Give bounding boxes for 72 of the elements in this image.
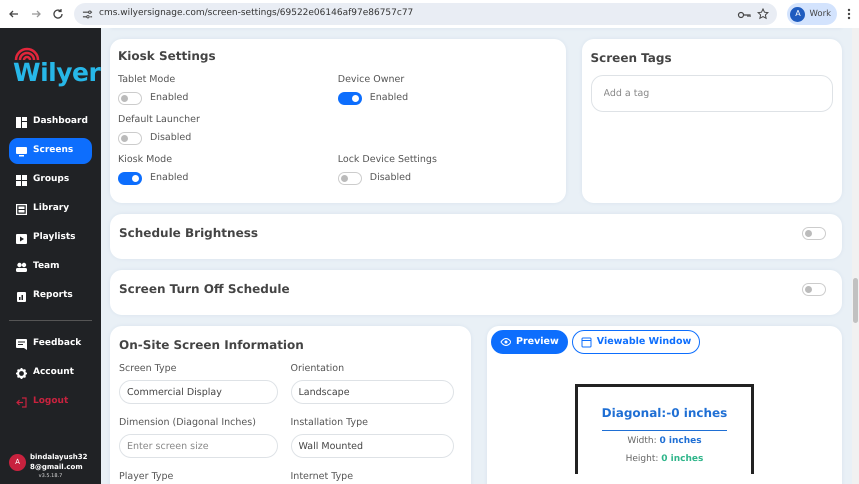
setting-label: Device Owner (338, 73, 406, 87)
sidebar-item[interactable]: Team (9, 254, 92, 280)
sidebar-item[interactable]: Dashboard (9, 109, 92, 135)
card-title: Screen Tags (590, 50, 673, 67)
eye-icon (500, 336, 511, 348)
sidebar-item[interactable]: Account (9, 360, 92, 386)
status-text: Enabled (150, 171, 188, 186)
sidebar-item[interactable]: Groups (9, 167, 92, 193)
field-label: Screen Type (119, 362, 178, 376)
sidebar-item[interactable]: Reports (9, 283, 92, 309)
width-text: Width: 0 inches (626, 435, 703, 448)
dashboard-icon (16, 116, 27, 128)
card-title: Kiosk Settings (118, 48, 217, 65)
sidebar-item[interactable]: Feedback (9, 331, 92, 357)
site-settings-icon[interactable] (82, 8, 93, 20)
grid-icon (16, 174, 27, 186)
tag-input-field[interactable]: Add a tag (590, 75, 833, 112)
field-label: Internet Type (290, 470, 354, 484)
status-text: Enabled (150, 91, 188, 106)
status-text: Disabled (370, 171, 412, 186)
setting-label: Lock Device Settings (338, 153, 438, 167)
monitor-icon (16, 146, 27, 156)
back-icon[interactable] (8, 8, 20, 20)
toggle-switch[interactable] (118, 92, 142, 105)
address-bar[interactable]: cms.wilyersignage.com/screen-settings/69522e06146af97e86757c77 (74, 3, 778, 25)
view-tab[interactable]: Preview (491, 330, 568, 354)
url-text: cms.wilyersignage.com/screen-settings/69522e06146af97e86757c77 (99, 7, 414, 20)
section-title: Schedule Brightness (119, 225, 258, 242)
film-icon (16, 204, 27, 214)
field-label: Orientation (290, 362, 346, 376)
toggle-switch[interactable] (802, 283, 826, 296)
sidebar-item[interactable]: Library (9, 196, 92, 222)
input-field[interactable]: Enter screen size (119, 434, 278, 458)
profile-avatar: A (790, 6, 806, 22)
reload-icon[interactable] (52, 8, 64, 20)
field-label: Player Type (119, 470, 174, 484)
setting-label: Kiosk Mode (118, 153, 174, 167)
input-field[interactable]: Landscape (290, 380, 454, 404)
section-title: Screen Turn Off Schedule (119, 281, 290, 298)
message-icon (16, 338, 27, 350)
toggle-switch[interactable] (338, 172, 362, 185)
field-label: Dimension (Diagonal Inches) (119, 416, 257, 430)
input-field[interactable]: Commercial Display (119, 380, 278, 404)
signal-waves-icon (13, 46, 41, 60)
settings-icon (16, 368, 27, 378)
toggle-switch[interactable] (338, 92, 362, 105)
field-label: Installation Type (290, 416, 369, 430)
clipboard-icon (16, 290, 27, 302)
input-field[interactable]: Wall Mounted (290, 434, 454, 458)
forward-icon[interactable] (30, 8, 42, 20)
profile-button[interactable]: A Work (787, 3, 837, 25)
view-tab[interactable]: Viewable Window (572, 330, 700, 354)
logout-icon (16, 396, 27, 408)
diagonal-text: Diagonal:-0 inches (602, 404, 728, 431)
height-text: Height: 0 inches (624, 452, 704, 466)
star-icon[interactable] (757, 8, 770, 20)
toggle-switch[interactable] (802, 227, 826, 240)
setting-label: Default Launcher (118, 113, 201, 127)
people-icon (16, 262, 27, 272)
scrollbar-thumb[interactable] (853, 278, 858, 323)
play-icon (16, 232, 27, 244)
status-text: Disabled (150, 131, 192, 146)
setting-label: Tablet Mode (118, 73, 176, 87)
card-title: On-Site Screen Information (119, 337, 305, 354)
toggle-switch[interactable] (118, 132, 142, 145)
toggle-switch[interactable] (118, 172, 142, 185)
sidebar-item[interactable]: Screens (9, 138, 92, 164)
window-icon (580, 336, 592, 348)
status-text: Enabled (370, 91, 408, 106)
logo-text: Wilyer (13, 60, 100, 85)
sidebar-item[interactable]: Playlists (9, 225, 92, 251)
menu-icon[interactable] (847, 8, 851, 20)
